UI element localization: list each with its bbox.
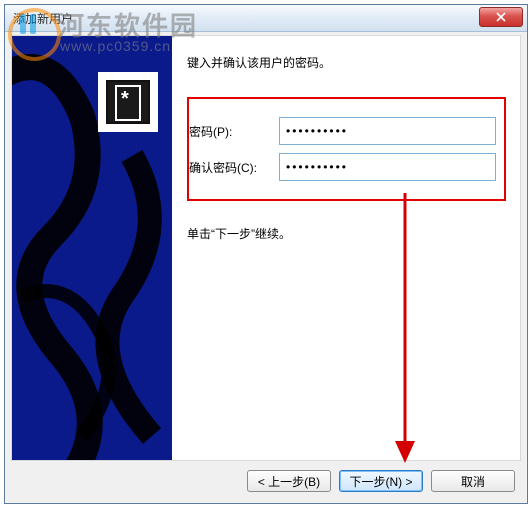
password-input[interactable]: [279, 117, 496, 145]
close-icon: [496, 12, 506, 22]
title-bar[interactable]: 添加新用户: [5, 5, 527, 32]
asterisk-icon: [106, 80, 150, 124]
next-button[interactable]: 下一步(N) >: [339, 470, 423, 492]
confirm-password-input[interactable]: [279, 153, 496, 181]
password-label: 密码(P):: [189, 123, 279, 140]
cancel-button[interactable]: 取消: [431, 470, 515, 492]
password-row: 密码(P):: [189, 117, 496, 145]
button-bar: < 上一步(B) 下一步(N) > 取消: [11, 465, 521, 497]
screenshot-root: 河东软件园 www.pc0359.cn 添加新用户: [0, 0, 531, 508]
password-fields-highlight: 密码(P): 确认密码(C):: [187, 97, 506, 201]
continue-hint: 单击“下一步”继续。: [187, 225, 506, 242]
confirm-password-row: 确认密码(C):: [189, 153, 496, 181]
instruction-text: 键入并确认该用户的密码。: [187, 54, 506, 71]
dialog-window: 添加新用户 键入并确认该用户的密码。: [4, 4, 528, 504]
confirm-password-label: 确认密码(C):: [189, 159, 279, 176]
dialog-body: 键入并确认该用户的密码。 密码(P): 确认密码(C): 单击“下一步”继续。: [11, 35, 521, 461]
close-button[interactable]: [479, 7, 523, 27]
password-wizard-icon: [98, 72, 158, 132]
window-title: 添加新用户: [5, 10, 73, 27]
back-button[interactable]: < 上一步(B): [247, 470, 331, 492]
content-area: 键入并确认该用户的密码。 密码(P): 确认密码(C): 单击“下一步”继续。: [187, 54, 506, 450]
wizard-sidebar: [12, 36, 172, 460]
